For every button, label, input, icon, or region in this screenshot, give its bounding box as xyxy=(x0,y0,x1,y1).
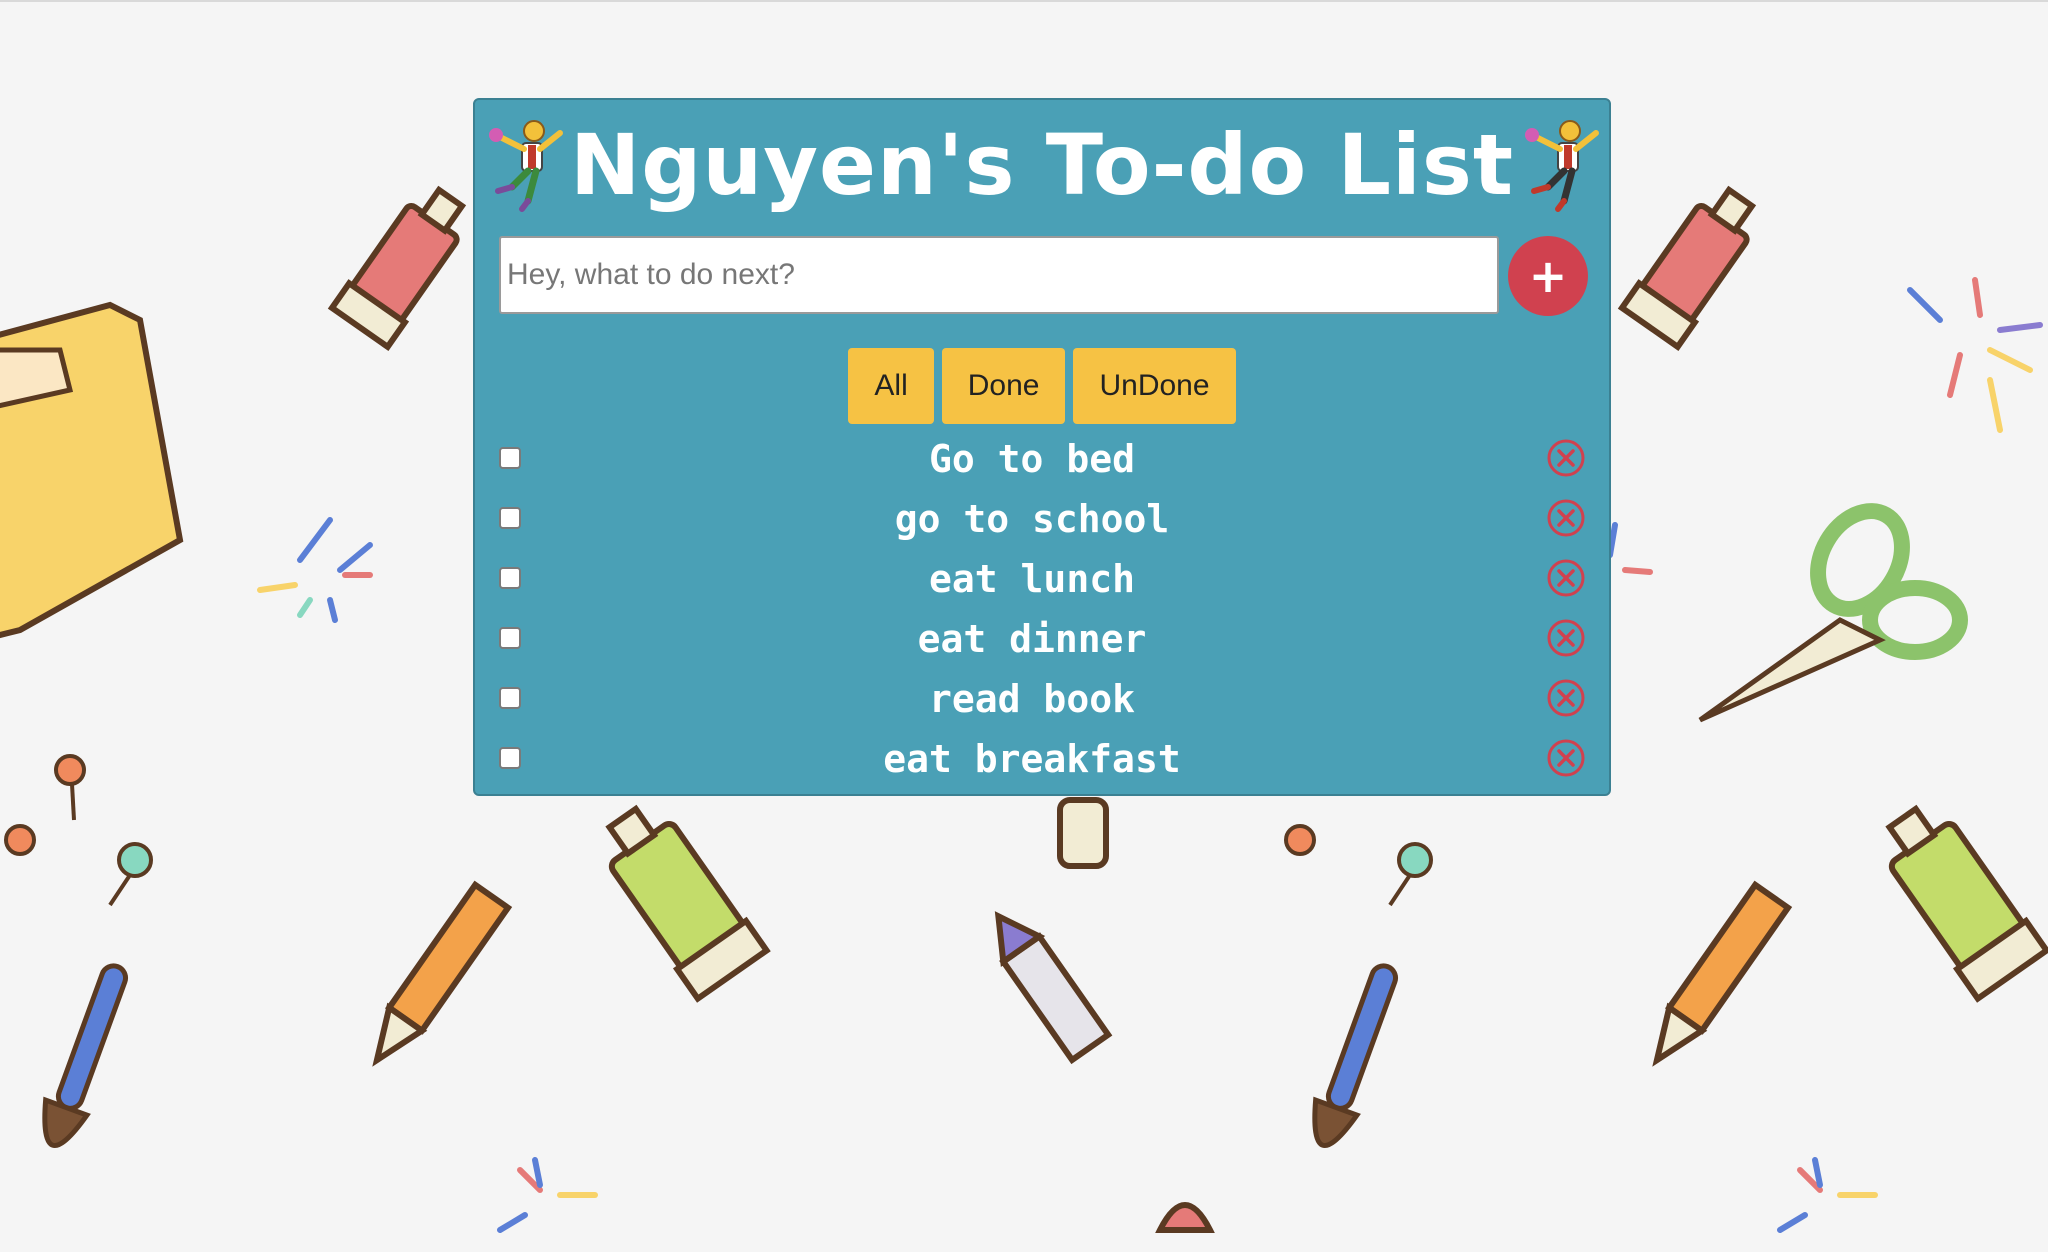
todo-text: Go to bed xyxy=(929,437,1135,481)
todo-text: eat breakfast xyxy=(883,737,1181,781)
todo-checkbox[interactable] xyxy=(499,627,521,649)
paint-tube-green-illustration xyxy=(1885,804,2048,1003)
todo-text: eat dinner xyxy=(917,617,1147,661)
delete-circle-x-icon[interactable] xyxy=(1546,438,1586,478)
todo-checkbox[interactable] xyxy=(499,567,521,589)
scissors-illustration xyxy=(1698,503,1968,723)
filter-undone-button[interactable]: UnDone xyxy=(1073,348,1236,424)
paint-tube-red-illustration xyxy=(327,185,467,352)
todo-text: eat lunch xyxy=(929,557,1135,601)
todo-list: Go to bed go to school eat lunch eat din… xyxy=(475,430,1609,790)
todo-item: eat dinner xyxy=(475,610,1609,670)
filter-bar: All Done UnDone xyxy=(475,348,1609,424)
delete-circle-x-icon[interactable] xyxy=(1546,558,1586,598)
delete-circle-x-icon[interactable] xyxy=(1546,498,1586,538)
title-row: Nguyen's To-do List xyxy=(475,110,1609,220)
todo-card: Nguyen's To-do List + All Done UnDone Go… xyxy=(473,98,1611,796)
delete-circle-x-icon[interactable] xyxy=(1546,738,1586,778)
todo-item: Go to bed xyxy=(475,430,1609,490)
todo-item: read book xyxy=(475,670,1609,730)
filter-done-button[interactable]: Done xyxy=(941,348,1066,424)
todo-checkbox[interactable] xyxy=(499,687,521,709)
todo-checkbox[interactable] xyxy=(499,507,521,529)
handball-player-icon xyxy=(1524,120,1599,212)
pencil-orange-illustration xyxy=(1652,880,1793,1067)
add-task-button[interactable]: + xyxy=(1508,236,1588,316)
delete-circle-x-icon[interactable] xyxy=(1546,678,1586,718)
paintbrush-illustration xyxy=(1312,963,1399,1148)
todo-item: go to school xyxy=(475,490,1609,550)
filter-all-button[interactable]: All xyxy=(848,348,934,424)
delete-circle-x-icon[interactable] xyxy=(1546,618,1586,658)
paint-tube-green-illustration xyxy=(605,804,771,1003)
todo-text: read book xyxy=(929,677,1135,721)
crayon-illustration xyxy=(994,911,1113,1065)
folder-illustration xyxy=(0,301,184,639)
paint-tube-red-illustration xyxy=(1617,185,1757,352)
handball-player-icon xyxy=(489,120,563,212)
todo-checkbox[interactable] xyxy=(499,447,521,469)
todo-text: go to school xyxy=(894,497,1170,541)
todo-checkbox[interactable] xyxy=(499,747,521,769)
new-task-input[interactable] xyxy=(499,236,1499,314)
todo-item: eat breakfast xyxy=(475,730,1609,790)
paintbrush-illustration xyxy=(42,963,129,1148)
pencil-orange-illustration xyxy=(372,880,513,1067)
todo-item: eat lunch xyxy=(475,550,1609,610)
page-title: Nguyen's To-do List xyxy=(570,116,1514,214)
